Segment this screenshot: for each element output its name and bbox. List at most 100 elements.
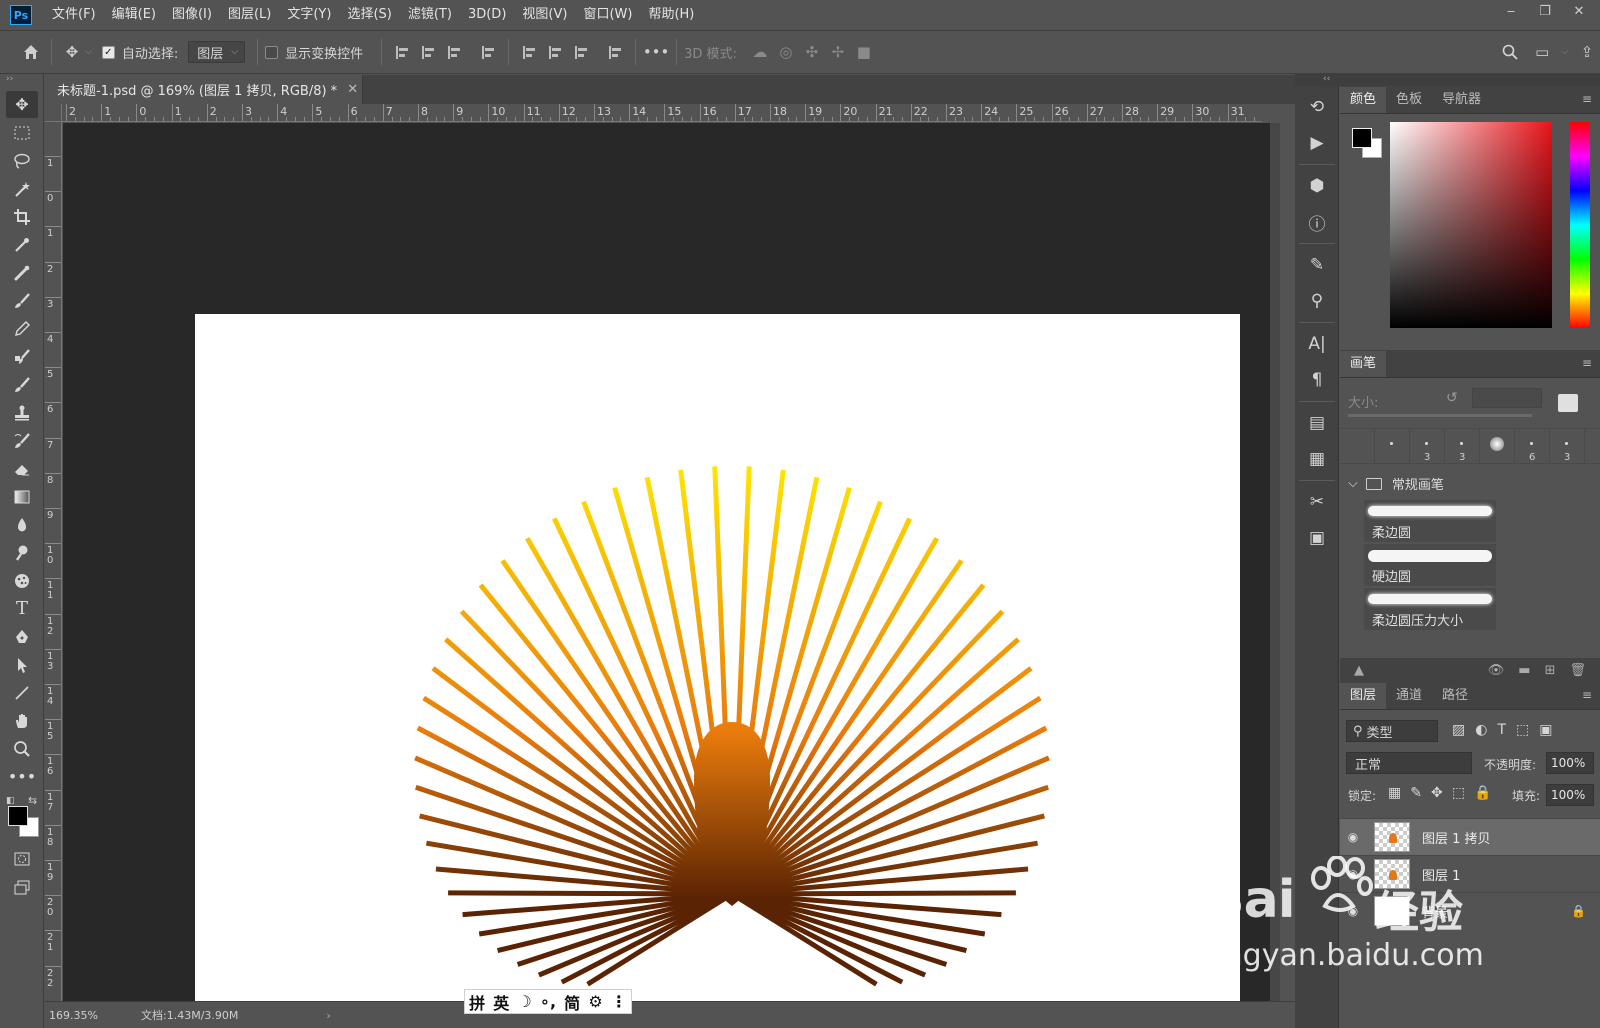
expand-panel-icon[interactable]: ›› xyxy=(0,74,43,90)
more-options-icon[interactable]: ••• xyxy=(643,39,670,65)
zoom-level[interactable]: 169.35% xyxy=(45,1009,137,1022)
3d-icon[interactable]: ⬢ xyxy=(1302,171,1332,201)
filter-type-icon[interactable]: T xyxy=(1497,722,1506,738)
mixer-brush-tool-icon[interactable] xyxy=(6,343,38,370)
history-icon[interactable]: ⟲ xyxy=(1302,92,1332,122)
menu-type[interactable]: 文字(Y) xyxy=(279,0,339,30)
lock-artboard-icon[interactable]: ⬚ xyxy=(1452,785,1465,801)
lock-transparent-icon[interactable]: ▦ xyxy=(1388,785,1401,801)
eraser-tool-icon[interactable] xyxy=(6,455,38,482)
close-window-icon[interactable]: ✕ xyxy=(1562,0,1596,26)
ime-english-icon[interactable]: 英 xyxy=(493,990,509,1014)
new-brush-icon[interactable]: ⊞ xyxy=(1545,663,1556,678)
layer-row[interactable]: ◉ 图层 1 拷贝 xyxy=(1340,818,1600,855)
panel-menu-icon[interactable]: ≡ xyxy=(1582,92,1592,106)
auto-select-target-dropdown[interactable]: 图层 ⌵ xyxy=(188,41,246,63)
brush-preview-size-icon[interactable]: ▲ xyxy=(1354,663,1364,678)
lock-all-icon[interactable]: 🔒 xyxy=(1474,785,1491,801)
stamp-tool-icon[interactable] xyxy=(6,399,38,426)
align-top-icon[interactable] xyxy=(516,39,542,65)
timeline-icon[interactable]: ▣ xyxy=(1302,523,1332,553)
restore-icon[interactable]: ❐ xyxy=(1528,0,1562,26)
auto-select-checkbox[interactable]: ✓ xyxy=(101,45,115,59)
pencil-tool-icon[interactable] xyxy=(6,315,38,342)
actions-play-icon[interactable]: ▶ xyxy=(1302,128,1332,158)
color-picker-field[interactable] xyxy=(1390,122,1552,328)
share-icon[interactable]: ⇪ xyxy=(1574,39,1600,65)
eye-icon[interactable]: ◉ xyxy=(1340,830,1366,844)
menu-filter[interactable]: 滤镜(T) xyxy=(400,0,460,30)
ime-moon-icon[interactable]: ☽ xyxy=(517,992,531,1011)
dodge-tool-icon[interactable] xyxy=(6,539,38,566)
brush-preset[interactable] xyxy=(1375,429,1410,465)
menu-help[interactable]: 帮助(H) xyxy=(640,0,702,30)
brush-item[interactable]: 柔边圆 xyxy=(1364,500,1496,542)
tool-preset-caret-icon[interactable]: ⌵ xyxy=(85,47,92,57)
tab-brushes[interactable]: 画笔 xyxy=(1340,351,1387,377)
new-group-folder-icon[interactable]: ▬ xyxy=(1518,663,1530,678)
info-icon[interactable]: ⓘ xyxy=(1302,207,1332,237)
align-middle-icon[interactable] xyxy=(542,39,568,65)
brush-settings-icon[interactable]: ✎ xyxy=(1302,250,1332,280)
document-tab[interactable]: 未标题-1.psd @ 169% (图层 1 拷贝, RGB/8) * ✕ xyxy=(45,75,363,104)
brush-tool-icon[interactable] xyxy=(6,287,38,314)
align-right-icon[interactable] xyxy=(441,39,467,65)
delete-icon[interactable]: 🗑 xyxy=(1569,663,1586,678)
brush-preset[interactable]: 3 xyxy=(1410,429,1445,465)
distribute-h-icon[interactable] xyxy=(475,39,501,65)
panel-menu-icon[interactable]: ≡ xyxy=(1582,688,1592,702)
3d-pan-icon[interactable]: ✣ xyxy=(799,39,825,65)
brush-preset[interactable]: 3 xyxy=(1550,429,1585,465)
brush-item[interactable]: 柔边圆压力大小 xyxy=(1364,588,1496,630)
fill-input[interactable]: 100% xyxy=(1546,784,1594,806)
layer-row[interactable]: ◉ 图层 1 xyxy=(1340,855,1600,892)
notes-icon[interactable]: ▦ xyxy=(1302,444,1332,474)
eye-icon[interactable]: ◉ xyxy=(1340,867,1366,881)
blur-tool-icon[interactable] xyxy=(6,511,38,538)
magic-wand-tool-icon[interactable] xyxy=(6,175,38,202)
line-tool-icon[interactable] xyxy=(6,679,38,706)
filter-shape-icon[interactable]: ⬚ xyxy=(1516,722,1529,738)
workspace-icon[interactable]: ▭ xyxy=(1529,39,1555,65)
crop-tool-icon[interactable] xyxy=(6,203,38,230)
healing-brush-tool-icon[interactable] xyxy=(6,259,38,286)
3d-slide-icon[interactable]: ✢ xyxy=(825,39,851,65)
path-selection-tool-icon[interactable] xyxy=(6,651,38,678)
sponge-tool-icon[interactable] xyxy=(6,567,38,594)
3d-camera-icon[interactable]: ■ xyxy=(851,39,877,65)
default-colors-icon[interactable]: ◧ xyxy=(6,796,15,806)
hand-tool-icon[interactable] xyxy=(6,707,38,734)
blend-mode-dropdown[interactable]: 正常 xyxy=(1346,752,1472,774)
lock-position-icon[interactable]: ✥ xyxy=(1431,785,1443,801)
workspace-caret-icon[interactable]: ⌵ xyxy=(1561,47,1568,57)
show-transform-checkbox[interactable] xyxy=(265,45,279,59)
tab-navigator[interactable]: 导航器 xyxy=(1432,87,1491,113)
distribute-v-icon[interactable] xyxy=(602,39,628,65)
lasso-tool-icon[interactable] xyxy=(6,147,38,174)
menu-layer[interactable]: 图层(L) xyxy=(220,0,279,30)
zoom-tool-icon[interactable] xyxy=(6,735,38,762)
panel-menu-icon[interactable]: ≡ xyxy=(1582,356,1592,370)
align-bottom-icon[interactable] xyxy=(568,39,594,65)
dock-collapse-bar[interactable]: ‹‹ xyxy=(1295,74,1600,86)
brush-preset[interactable] xyxy=(1480,429,1515,465)
ime-settings-icon[interactable]: ⚙ xyxy=(588,992,602,1011)
minimize-icon[interactable]: ‒ xyxy=(1494,0,1528,26)
tool-presets-icon[interactable]: ✂ xyxy=(1302,487,1332,517)
vertical-scrollbar[interactable] xyxy=(1270,123,1280,1001)
gradient-tool-icon[interactable] xyxy=(6,483,38,510)
character-icon[interactable]: A| xyxy=(1302,329,1332,359)
ime-simplified-icon[interactable]: 简 xyxy=(564,990,580,1014)
tab-channels[interactable]: 通道 xyxy=(1386,683,1432,709)
type-tool-icon[interactable]: T xyxy=(6,595,38,622)
brush-size-input[interactable] xyxy=(1472,388,1542,408)
opacity-input[interactable]: 100% xyxy=(1546,752,1594,774)
reset-icon[interactable]: ↺ xyxy=(1446,390,1458,406)
brush-group-header[interactable]: ⌵ 常规画笔 xyxy=(1348,474,1444,493)
quick-mask-icon[interactable] xyxy=(6,845,38,872)
status-menu-icon[interactable]: › xyxy=(326,1009,330,1022)
layer-filter-dropdown[interactable]: ⚲ 类型 xyxy=(1346,720,1438,742)
eyedropper-tool-icon[interactable] xyxy=(6,231,38,258)
horizontal-ruler[interactable]: 2 1 0 1 2 3 4 5 6 7 8 9 10 11 12 13 14 15 16 17 18 19 20 21 22 23… xyxy=(62,104,1262,122)
tab-color[interactable]: 颜色 xyxy=(1340,87,1387,113)
